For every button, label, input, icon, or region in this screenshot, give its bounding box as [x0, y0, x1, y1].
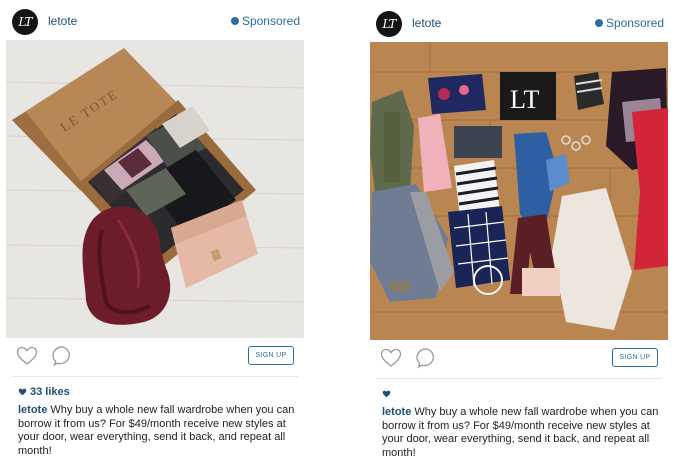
instagram-post-2: LT letote Sponsored LT SIGN UP letote Wh… — [370, 2, 668, 460]
caption-username[interactable]: letote — [18, 404, 47, 416]
username[interactable]: letote — [48, 14, 77, 28]
post-photo[interactable]: LT — [370, 42, 668, 340]
caption-text: Why buy a whole new fall wardrobe when y… — [18, 404, 295, 457]
caption-username[interactable]: letote — [382, 406, 411, 418]
sponsored-icon — [230, 17, 239, 25]
comment-icon[interactable] — [52, 345, 74, 367]
sponsored-label[interactable]: Sponsored — [594, 16, 664, 30]
heart-icon[interactable] — [380, 348, 402, 368]
post-actions: SIGN UP — [6, 338, 304, 376]
divider — [12, 376, 298, 377]
comment-icon[interactable] — [416, 347, 438, 369]
sponsored-text: Sponsored — [605, 16, 664, 30]
username[interactable]: letote — [412, 16, 441, 30]
sponsored-text: Sponsored — [241, 14, 300, 28]
caption: letote Why buy a whole new fall wardrobe … — [382, 406, 666, 460]
avatar[interactable]: LT — [376, 11, 402, 37]
divider — [376, 378, 662, 379]
heart-icon[interactable] — [16, 346, 38, 366]
caption-text: Why buy a whole new fall wardrobe when y… — [382, 406, 659, 459]
box-of-clothes-image: LE TOTE — [6, 40, 304, 338]
post-actions: SIGN UP — [370, 340, 668, 378]
likes-count[interactable]: 33 likes — [18, 386, 304, 399]
likes-text: 33 likes — [30, 386, 70, 398]
post-header: LT letote Sponsored — [370, 2, 668, 42]
sign-up-button[interactable]: SIGN UP — [612, 348, 658, 367]
clothes-flatlay-image: LT — [370, 42, 668, 340]
sponsored-icon — [594, 19, 603, 27]
lt-box-text: LT — [510, 85, 539, 114]
instagram-post-1: LT letote Sponsored LE TOTE SIGN UP 33 l… — [6, 0, 304, 458]
heart-small-icon — [382, 390, 391, 398]
post-header: LT letote Sponsored — [6, 0, 304, 40]
avatar[interactable]: LT — [12, 9, 38, 35]
heart-small-icon — [18, 388, 27, 396]
likes-count[interactable] — [382, 388, 668, 401]
post-photo[interactable]: LE TOTE — [6, 40, 304, 338]
sign-up-button[interactable]: SIGN UP — [248, 346, 294, 365]
caption: letote Why buy a whole new fall wardrobe … — [18, 404, 302, 458]
sponsored-label[interactable]: Sponsored — [230, 14, 300, 28]
